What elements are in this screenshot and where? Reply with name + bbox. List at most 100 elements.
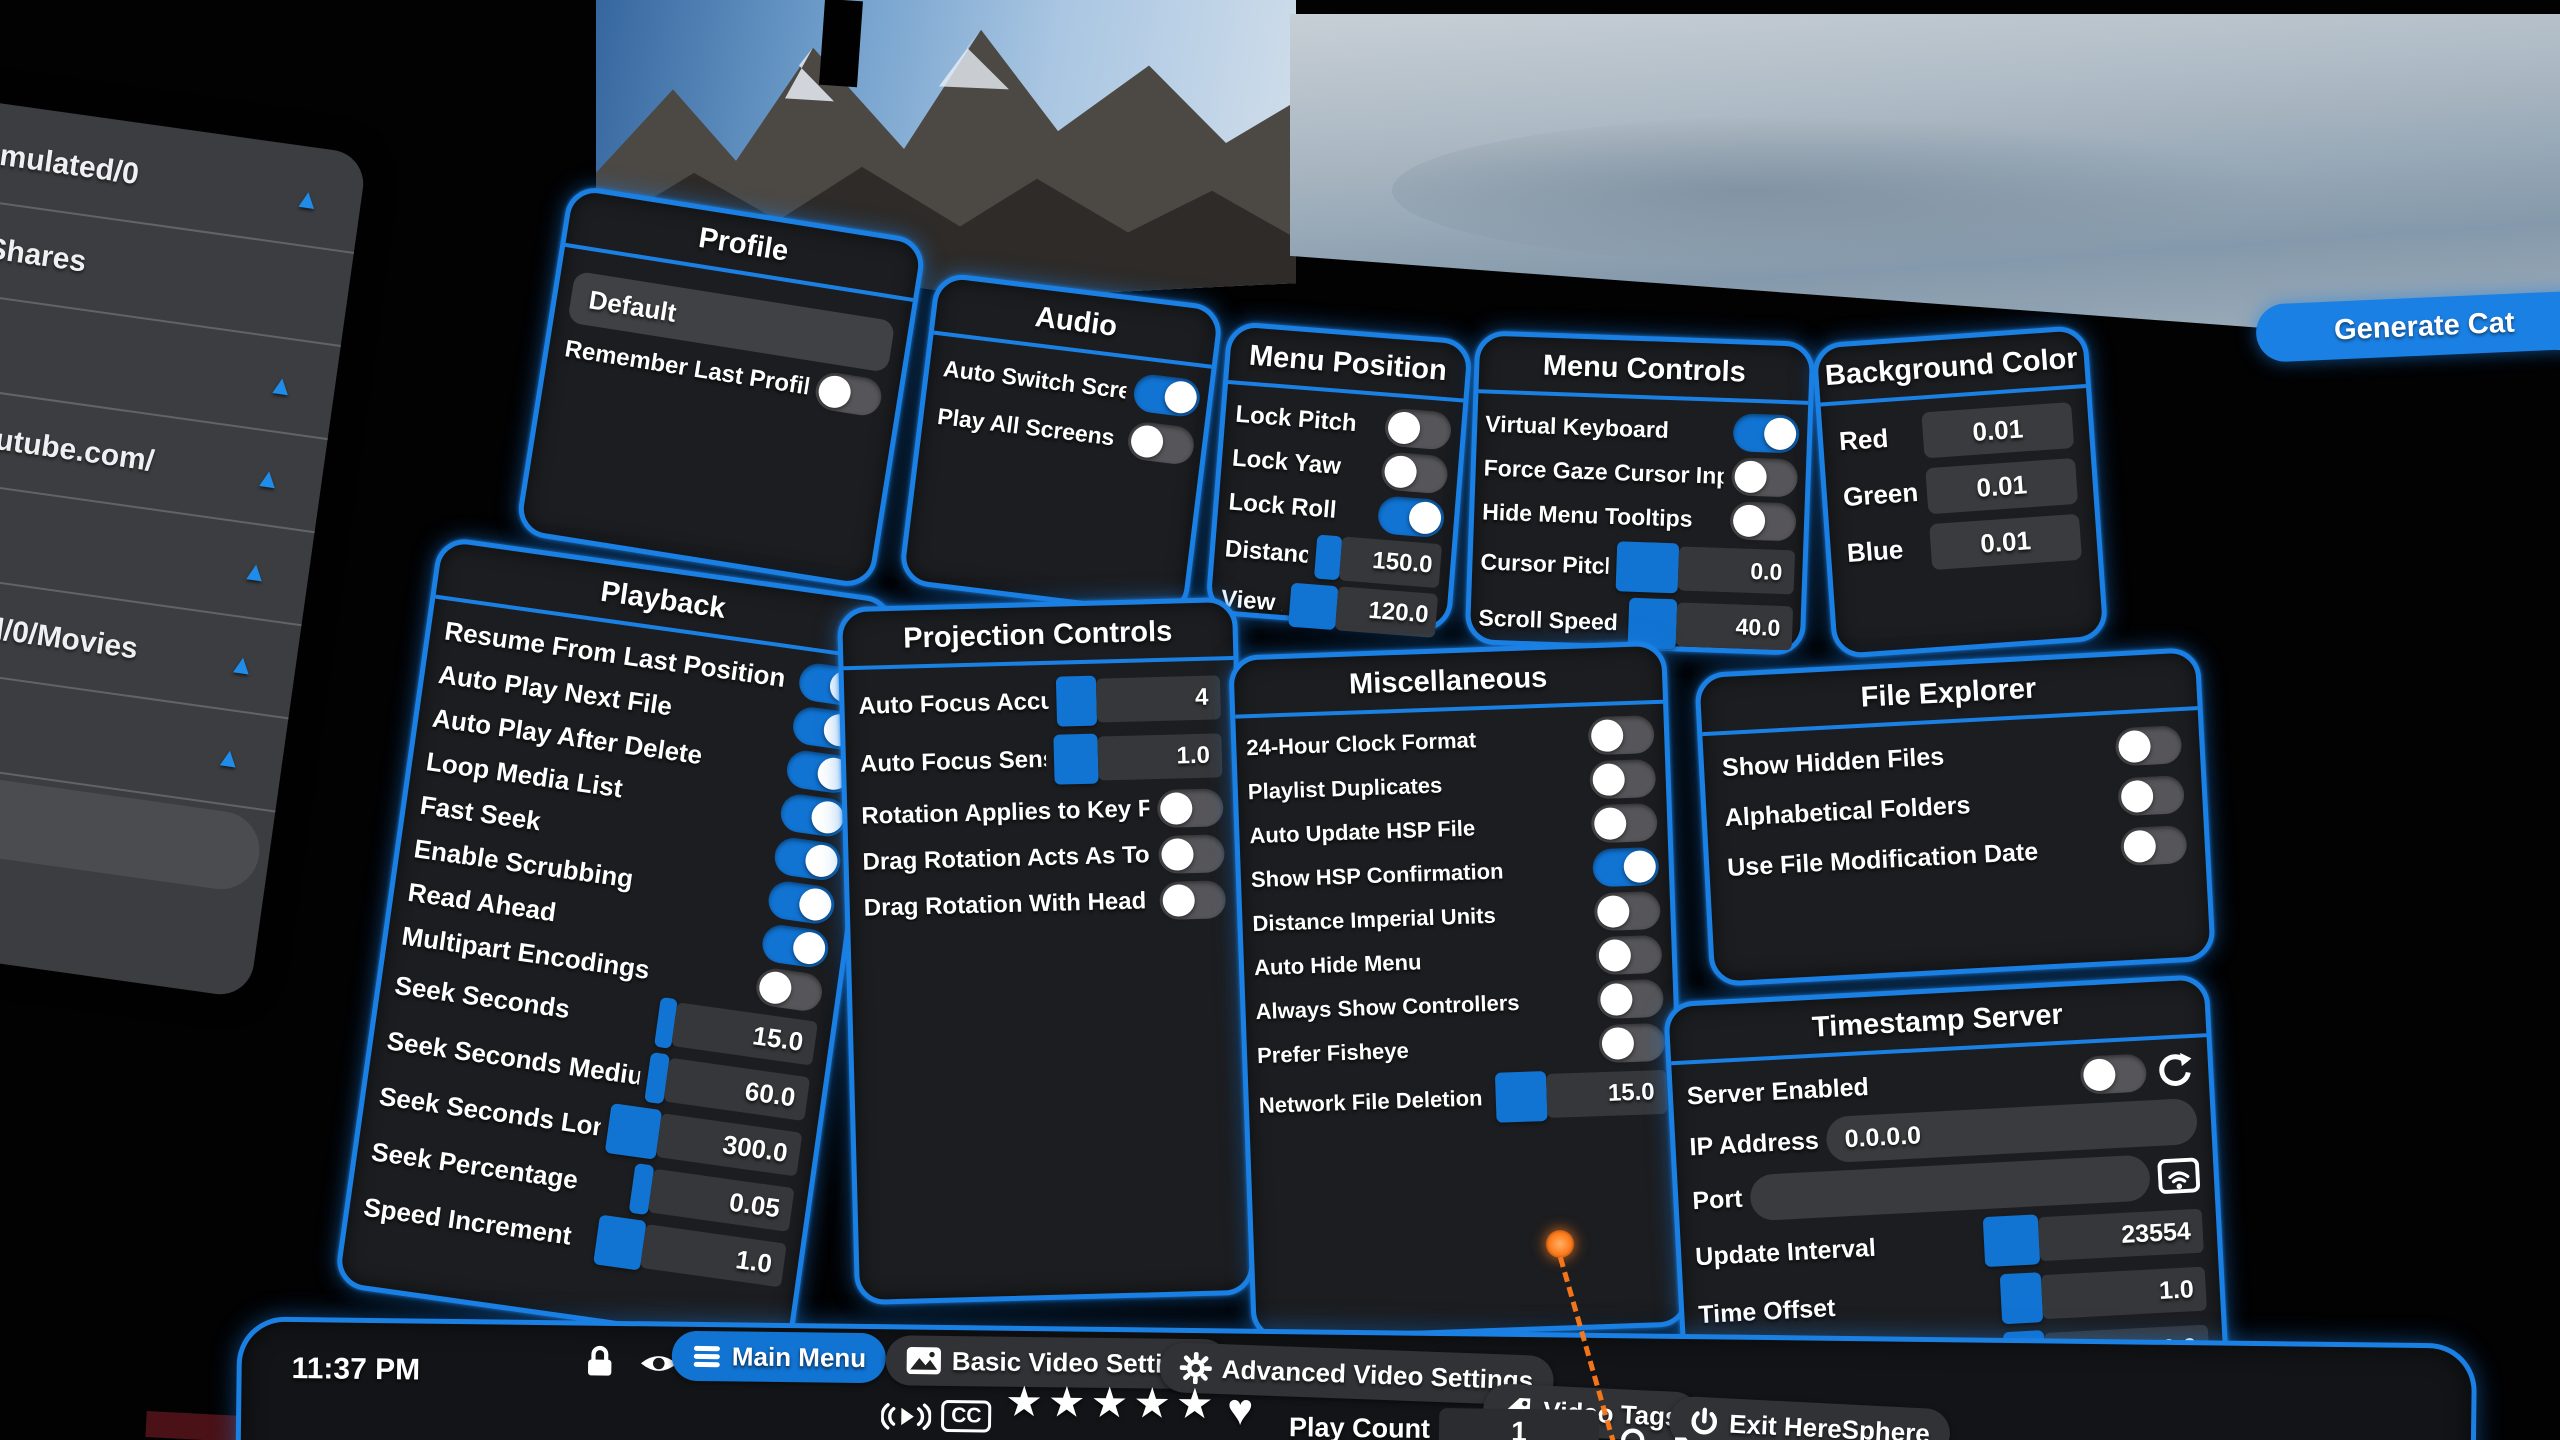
show-hidden-files-toggle[interactable]	[2115, 725, 2183, 766]
auto-update-hsp-file-label: Auto Update HSP File	[1249, 815, 1476, 849]
alphabetical-folders-toggle[interactable]	[2117, 775, 2185, 816]
broadcast-icon[interactable]	[881, 1399, 931, 1434]
play-count-label: Play Count	[1289, 1412, 1430, 1440]
server-enabled-toggle[interactable]	[2079, 1053, 2147, 1094]
panel-background-color: Background ColorRed0.01Green0.01Blue0.01	[1811, 325, 2108, 659]
main-menu-button[interactable]: Main Menu	[672, 1331, 887, 1384]
remember-last-profile-toggle[interactable]	[813, 370, 884, 418]
time-offset-value: 1.0	[2041, 1267, 2207, 1320]
chevron-up-icon[interactable]: ▲	[227, 647, 258, 681]
prefer-fisheye-toggle[interactable]	[1598, 1023, 1665, 1063]
play-count-value[interactable]: 1	[1439, 1408, 1600, 1440]
auto-hide-menu-label: Auto Hide Menu	[1254, 949, 1422, 981]
green-field[interactable]: 0.01	[1925, 458, 2078, 514]
sidebar-item-label	[0, 714, 216, 755]
slider-handle[interactable]	[1056, 676, 1097, 727]
chevron-up-icon[interactable]: ▲	[292, 182, 323, 216]
auto-update-hsp-file-toggle[interactable]	[1591, 803, 1658, 843]
slider-handle[interactable]	[1616, 541, 1680, 593]
force-gaze-cursor-input-toggle[interactable]	[1731, 457, 1798, 497]
chevron-up-icon[interactable]: ▲	[266, 368, 297, 402]
panel-menu-controls: Menu ControlsVirtual KeyboardForce Gaze …	[1465, 330, 1816, 656]
fast-seek-toggle[interactable]	[772, 836, 843, 883]
lock-roll-toggle[interactable]	[1377, 495, 1446, 538]
lock-pitch-label: Lock Pitch	[1234, 401, 1357, 438]
vr-settings-screen: mulated/0▲Shares▲youtube.com/▲▲lated/0/M…	[0, 0, 2560, 1440]
chevron-up-icon[interactable]: ▲	[214, 740, 245, 774]
slider-handle[interactable]	[605, 1103, 662, 1160]
distance-slider[interactable]: 150.0	[1314, 534, 1442, 588]
panel-projection-controls: Projection Controls Auto Focus Accuracy4A…	[837, 597, 1255, 1305]
cursor-pitch-slider[interactable]: 0.0	[1616, 541, 1796, 597]
lock-pitch-toggle[interactable]	[1384, 408, 1453, 451]
playlist-duplicates-toggle[interactable]	[1589, 759, 1656, 799]
drag-rotation-acts-as-toggle-toggle[interactable]	[1158, 834, 1225, 874]
server-enabled-label: Server Enabled	[1686, 1072, 1869, 1110]
auto-focus-sensitivity-row: Auto Focus Sensitivity1.0	[845, 726, 1236, 794]
menu-icon	[692, 1344, 722, 1368]
view-arc-slider[interactable]: 120.0	[1288, 583, 1438, 638]
toggle-knob	[1733, 504, 1766, 537]
playlist-duplicates-label: Playlist Duplicates	[1247, 772, 1442, 805]
view-arc-value: 120.0	[1335, 586, 1438, 638]
laser-pointer-dot	[1546, 1230, 1574, 1258]
star-rating[interactable]: ★★★★★	[1005, 1377, 1219, 1429]
24-hour-clock-format-toggle[interactable]	[1588, 715, 1655, 755]
network-icon[interactable]	[2157, 1157, 2201, 1195]
always-show-controllers-toggle[interactable]	[1597, 979, 1664, 1019]
toggle-knob	[1592, 763, 1625, 796]
hide-menu-tooltips-toggle[interactable]	[1729, 501, 1796, 541]
toggle-knob	[1162, 884, 1195, 917]
update-interval-slider[interactable]: 23554	[1983, 1206, 2204, 1267]
show-hsp-confirmation-toggle[interactable]	[1592, 847, 1659, 887]
loop-media-list-toggle[interactable]	[778, 792, 849, 839]
lock-yaw-toggle[interactable]	[1380, 451, 1449, 494]
toggle-knob	[1597, 895, 1630, 928]
slider-handle[interactable]	[2000, 1272, 2044, 1324]
toggle-knob	[797, 886, 833, 922]
auto-focus-sensitivity-slider[interactable]: 1.0	[1053, 730, 1222, 784]
play-all-screens-toggle[interactable]	[1126, 420, 1196, 466]
enable-scrubbing-toggle[interactable]	[766, 879, 837, 926]
auto-switch-screen-toggle[interactable]	[1132, 373, 1202, 419]
slider-handle[interactable]	[1288, 583, 1338, 631]
auto-hide-menu-toggle[interactable]	[1595, 935, 1662, 975]
slider-handle[interactable]	[1983, 1214, 2041, 1267]
chevron-up-icon[interactable]: ▲	[240, 554, 271, 588]
drag-rotation-acts-as-toggle-label: Drag Rotation Acts As Toggle	[862, 841, 1151, 877]
green-label: Green	[1842, 476, 1919, 512]
use-file-modification-date-toggle[interactable]	[2120, 825, 2188, 866]
time-offset-slider[interactable]: 1.0	[2000, 1264, 2207, 1325]
auto-focus-accuracy-slider[interactable]: 4	[1056, 672, 1221, 726]
read-ahead-toggle[interactable]	[760, 923, 831, 970]
red-field[interactable]: 0.01	[1921, 402, 2074, 458]
rotation-applies-to-key-frame-toggle[interactable]	[1157, 788, 1224, 828]
slider-handle[interactable]	[1053, 734, 1098, 785]
slider-handle[interactable]	[1314, 534, 1342, 580]
multipart-encodings-toggle[interactable]	[754, 966, 825, 1013]
sidebar-source-list: mulated/0▲Shares▲youtube.com/▲▲lated/0/M…	[0, 92, 368, 999]
auto-focus-accuracy-label: Auto Focus Accuracy	[858, 688, 1049, 721]
lock-roll-label: Lock Roll	[1228, 488, 1338, 524]
network-file-deletion-delay-slider[interactable]: 15.0	[1495, 1067, 1668, 1123]
folder-small-icon[interactable]	[1673, 1433, 1705, 1440]
refresh-icon[interactable]	[2153, 1050, 2195, 1092]
chevron-up-icon[interactable]: ▲	[253, 461, 284, 495]
closed-captions-icon[interactable]: CC	[941, 1400, 992, 1433]
toggle-knob	[1408, 501, 1442, 535]
prefer-fisheye-label: Prefer Fisheye	[1257, 1038, 1409, 1069]
slider-handle[interactable]	[1495, 1071, 1548, 1123]
blue-field[interactable]: 0.01	[1929, 514, 2082, 570]
search-icon[interactable]	[1619, 1426, 1653, 1440]
panel-title: Projection Controls	[842, 602, 1233, 666]
distance-imperial-units-toggle[interactable]	[1594, 891, 1661, 931]
virtual-keyboard-toggle[interactable]	[1733, 413, 1800, 453]
heart-favorite-icon[interactable]: ♥	[1227, 1385, 1254, 1435]
drag-rotation-with-head-toggle[interactable]	[1159, 880, 1226, 920]
exit-heresphere-button[interactable]: Exit HereSphere	[1668, 1395, 1951, 1440]
lock-icon[interactable]	[584, 1344, 616, 1380]
toggle-knob	[791, 930, 827, 966]
cursor-pitch-label: Cursor Pitch	[1480, 548, 1609, 579]
slider-handle[interactable]	[593, 1215, 647, 1271]
toggle-knob	[1601, 1027, 1634, 1060]
